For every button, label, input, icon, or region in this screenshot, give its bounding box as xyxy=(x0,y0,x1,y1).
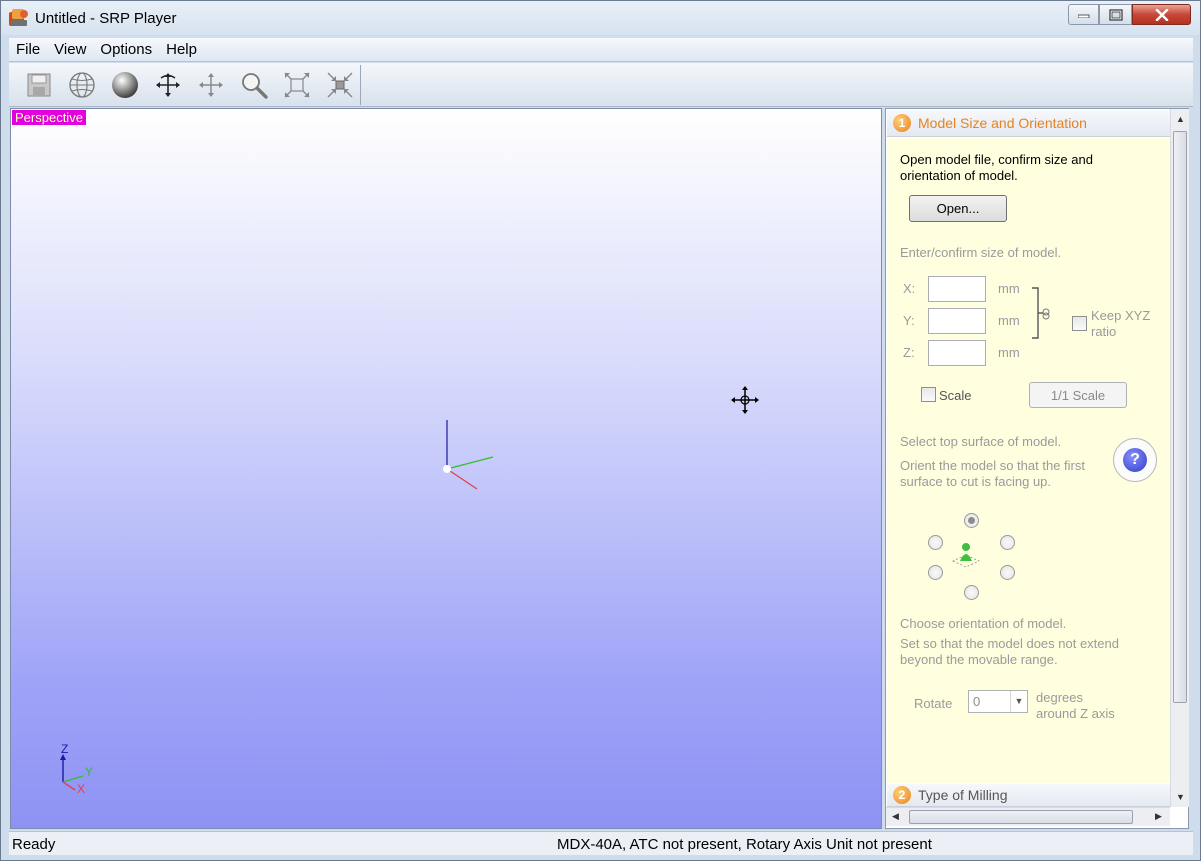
z-unit: mm xyxy=(998,345,1020,360)
section-milling-header[interactable]: 2 Type of Milling xyxy=(887,784,1170,807)
top-surface-heading: Select top surface of model. xyxy=(900,434,1062,449)
orientation-desc: Set so that the model does not extend be… xyxy=(900,636,1119,667)
intro-text: Open model file, confirm size and orient… xyxy=(900,152,1093,183)
axis-y-label: Y xyxy=(85,765,93,779)
zoom-button[interactable] xyxy=(238,70,269,101)
menu-options[interactable]: Options xyxy=(93,39,159,61)
scroll-down-icon[interactable]: ▼ xyxy=(1176,792,1185,802)
app-icon xyxy=(9,9,28,26)
rotate-label: Rotate xyxy=(914,696,953,711)
surface-radio-upper-left[interactable] xyxy=(928,535,943,550)
perspective-viewport[interactable]: Perspective Z Y X xyxy=(10,108,882,829)
open-button[interactable]: Open... xyxy=(909,195,1007,222)
title-bar[interactable]: Untitled - SRP Player xyxy=(1,1,1200,35)
status-bar: Ready MDX-40A, ATC not present, Rotary A… xyxy=(9,831,1193,855)
axis-triad-icon: Z Y X xyxy=(60,742,93,796)
vertical-scroll-thumb[interactable] xyxy=(1173,131,1187,703)
one-to-one-scale-button[interactable]: 1/1 Scale xyxy=(1029,382,1127,408)
size-heading: Enter/confirm size of model. xyxy=(900,245,1062,260)
help-icon: ? xyxy=(1123,448,1147,472)
keep-ratio-label: Keep XYZ ratio xyxy=(1091,308,1151,339)
orientation-heading: Choose orientation of model. xyxy=(900,616,1067,631)
shaded-button[interactable] xyxy=(109,70,140,101)
close-icon xyxy=(1155,8,1168,21)
save-button[interactable] xyxy=(23,70,54,101)
fit-view-icon xyxy=(284,72,309,98)
x-unit: mm xyxy=(998,281,1020,296)
rotate-unit: degrees around Z axis xyxy=(1036,690,1115,721)
section-number-icon: 1 xyxy=(893,114,911,132)
keep-ratio-checkbox[interactable] xyxy=(1072,316,1087,331)
y-label: Y: xyxy=(903,313,915,328)
fit-view-button[interactable] xyxy=(281,70,312,101)
horizontal-scroll-thumb[interactable] xyxy=(909,810,1133,824)
x-label: X: xyxy=(903,281,916,296)
surface-radio-top[interactable] xyxy=(964,513,979,528)
section-title: Model Size and Orientation xyxy=(918,115,1087,131)
pan-icon xyxy=(198,73,223,97)
toolbar-strip xyxy=(11,65,361,105)
scroll-up-icon[interactable]: ▲ xyxy=(1176,114,1185,124)
toolbar xyxy=(9,63,1193,107)
surface-radio-lower-right[interactable] xyxy=(1000,565,1015,580)
axis-x-label: X xyxy=(77,782,85,796)
origin-axes-icon xyxy=(443,420,494,490)
ratio-link-icon xyxy=(1032,287,1050,339)
rotate-select[interactable]: 0 ▼ xyxy=(968,690,1028,713)
move-cursor-icon xyxy=(731,386,759,414)
panel-horizontal-scrollbar[interactable]: ◀ ▶ xyxy=(886,807,1170,826)
menu-file[interactable]: File xyxy=(9,39,47,61)
section-number-icon: 2 xyxy=(893,786,911,804)
surface-radio-lower-left[interactable] xyxy=(928,565,943,580)
zoom-extents-button[interactable] xyxy=(324,70,355,101)
scale-checkbox[interactable] xyxy=(921,387,936,402)
menu-view[interactable]: View xyxy=(47,39,93,61)
app-window: Untitled - SRP Player File View Options … xyxy=(0,0,1201,861)
rotate-button[interactable] xyxy=(152,70,183,101)
window-title: Untitled - SRP Player xyxy=(35,10,177,27)
x-size-input[interactable] xyxy=(928,276,986,302)
y-unit: mm xyxy=(998,313,1020,328)
minimize-icon xyxy=(1077,14,1089,18)
axis-z-label: Z xyxy=(61,742,68,756)
panel-vertical-scrollbar[interactable]: ▲ ▼ xyxy=(1170,109,1189,807)
y-size-input[interactable] xyxy=(928,308,986,334)
rotate-select-value: 0 xyxy=(973,694,981,709)
machine-status: MDX-40A, ATC not present, Rotary Axis Un… xyxy=(557,836,932,853)
wireframe-button[interactable] xyxy=(66,70,97,101)
surface-radio-upper-right[interactable] xyxy=(1000,535,1015,550)
scale-label: Scale xyxy=(939,388,972,403)
menu-help[interactable]: Help xyxy=(159,39,204,61)
section-title: Type of Milling xyxy=(918,787,1008,803)
chevron-down-icon: ▼ xyxy=(1010,691,1027,712)
surface-radio-bottom[interactable] xyxy=(964,585,979,600)
close-button[interactable] xyxy=(1132,4,1191,25)
model-figure-icon xyxy=(952,543,980,568)
maximize-button[interactable] xyxy=(1099,4,1132,25)
section-model-size-header[interactable]: 1 Model Size and Orientation xyxy=(887,110,1170,137)
zoom-icon xyxy=(241,73,268,99)
z-size-input[interactable] xyxy=(928,340,986,366)
wireframe-globe-icon xyxy=(68,72,95,98)
maximize-icon xyxy=(1108,8,1123,21)
pan-button[interactable] xyxy=(195,70,226,101)
zoom-extents-icon xyxy=(327,72,352,98)
scroll-right-icon[interactable]: ▶ xyxy=(1155,811,1162,822)
save-icon xyxy=(27,73,50,97)
section-model-size-body: Open model file, confirm size and orient… xyxy=(887,138,1170,783)
z-label: Z: xyxy=(903,345,915,360)
status-text: Ready xyxy=(12,836,56,853)
rotate-icon xyxy=(155,73,180,97)
scroll-left-icon[interactable]: ◀ xyxy=(892,811,899,822)
help-button[interactable]: ? xyxy=(1113,438,1157,482)
minimize-button[interactable] xyxy=(1068,4,1099,25)
menu-bar: File View Options Help xyxy=(9,38,1193,62)
shaded-sphere-icon xyxy=(111,72,138,98)
top-surface-desc: Orient the model so that the first surfa… xyxy=(900,458,1085,489)
